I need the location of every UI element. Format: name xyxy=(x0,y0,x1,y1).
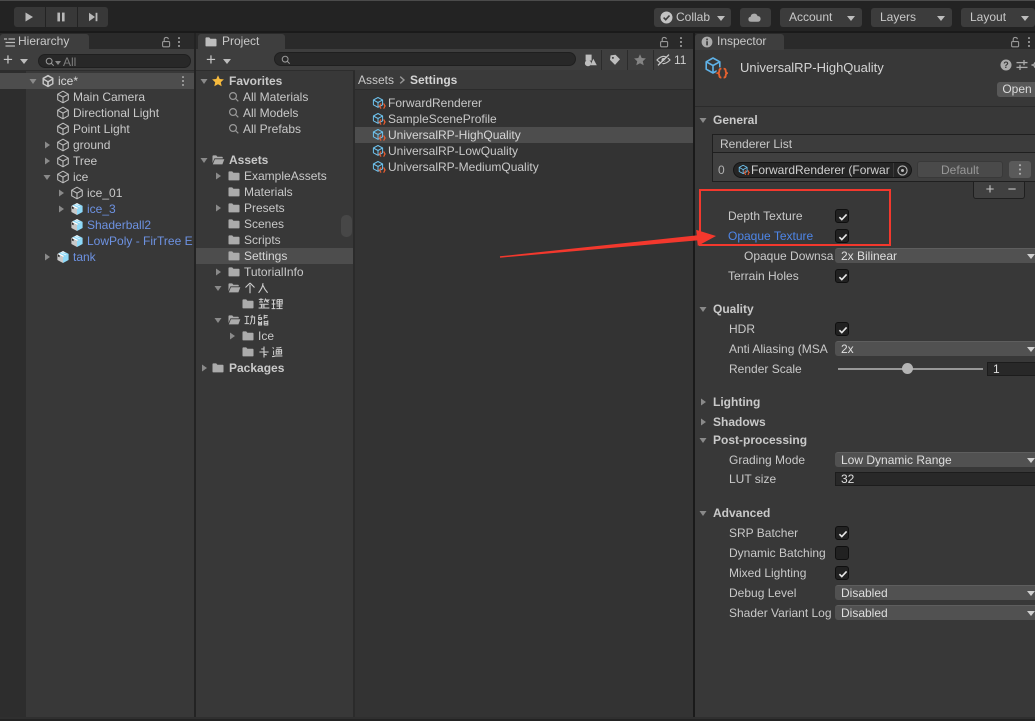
svg-text:?: ? xyxy=(1003,60,1009,70)
